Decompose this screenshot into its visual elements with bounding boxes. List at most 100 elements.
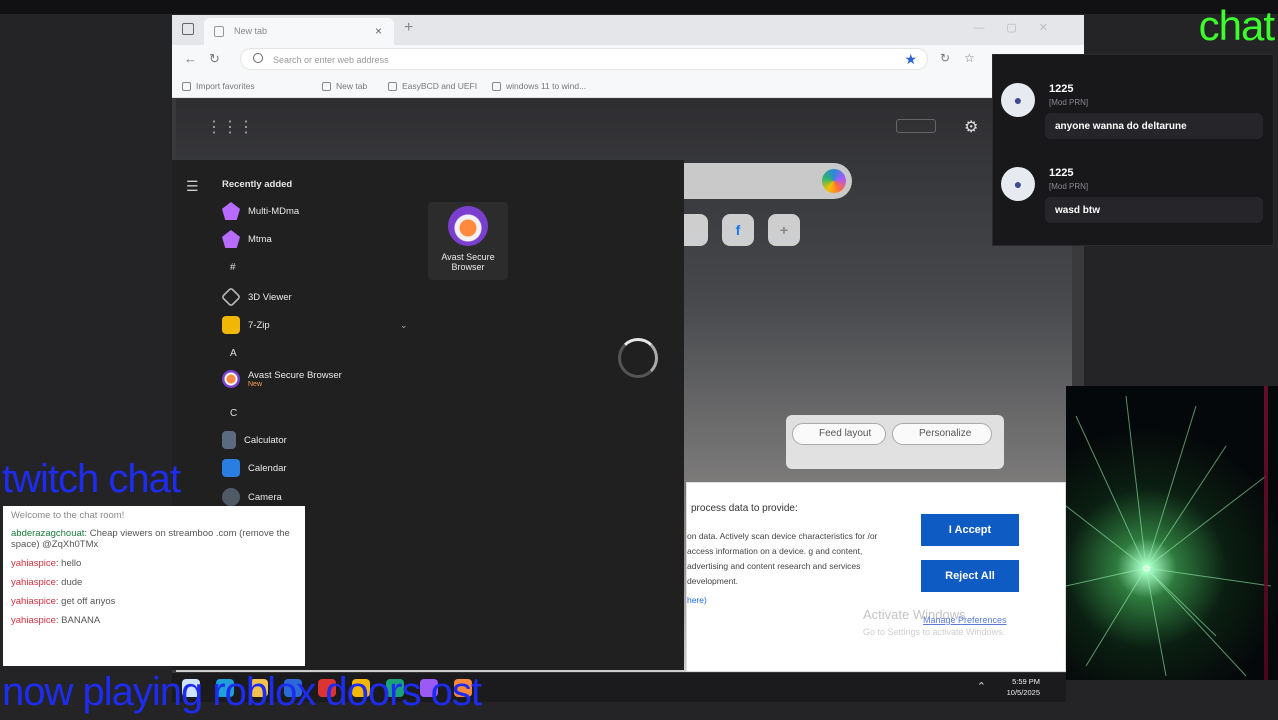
app-7zip[interactable]: 7-Zip	[222, 316, 270, 334]
visualizer-bar	[1264, 386, 1268, 680]
recently-added-heading: Recently added	[222, 179, 293, 190]
chat-text: get off anyos	[61, 596, 116, 607]
copilot-icon[interactable]	[822, 169, 846, 193]
favorite-label: EasyBCD and UEFI	[402, 81, 478, 91]
chat-bubble: wasd btw	[1045, 197, 1263, 223]
app-label: Mtma	[248, 233, 272, 245]
new-badge: New	[248, 381, 263, 388]
search-icon	[253, 53, 263, 63]
chat-line: yahiaspice: get off anyos	[11, 596, 116, 607]
avatar: ●	[1001, 167, 1035, 201]
manage-preferences-link[interactable]: Manage Preferences	[923, 615, 1007, 625]
hamburger-icon[interactable]: ☰	[186, 178, 199, 195]
top-bar	[0, 0, 1278, 14]
easybcd-icon	[388, 81, 397, 91]
folder-icon	[222, 316, 240, 334]
app-label: Multi-MDma	[248, 205, 300, 217]
pinned-avast-tile[interactable]: Avast Secure Browser	[428, 202, 508, 280]
chat-username: yahiaspice	[11, 615, 56, 626]
layout-icon[interactable]	[896, 119, 936, 133]
clock-time: 5:59 PM	[1012, 677, 1040, 686]
chat-text: dude	[61, 577, 83, 588]
app-mtma[interactable]: Mtma	[222, 230, 272, 248]
app-label: 3D Viewer	[248, 291, 292, 303]
consent-dialog: process data to provide: on data. Active…	[686, 482, 1066, 672]
letter-header[interactable]: A	[230, 348, 237, 359]
chat-overlay-title: chat	[1198, 2, 1275, 49]
chat-username: yahiaspice	[11, 596, 56, 607]
add-shortcut-button[interactable]: +	[768, 214, 800, 246]
favorite-easybcd[interactable]: EasyBCD and UEFI	[388, 81, 477, 91]
chat-role: [Mod PRN]	[1049, 98, 1089, 107]
app-avast-secure-browser[interactable]: Avast Secure Browser New	[222, 370, 342, 388]
personalize-button[interactable]: Personalize	[892, 423, 992, 445]
tab-new-tab[interactable]: New tab ×	[204, 18, 394, 45]
close-tab-icon[interactable]: ×	[375, 24, 382, 38]
app-camera[interactable]: Camera	[222, 488, 282, 506]
apps-grid-icon[interactable]: ⋮⋮⋮	[206, 117, 254, 137]
taskbar-clock[interactable]: 5:59 PM 10/5/2025	[1007, 676, 1040, 698]
toolbar-right-icons[interactable]: ↻☆	[940, 51, 989, 65]
app-label-group: Avast Secure Browser New	[248, 370, 342, 388]
letter-header[interactable]: #	[230, 262, 236, 273]
chat-username: 1225	[1049, 167, 1074, 179]
mtma-icon	[222, 230, 240, 248]
chat-line: abderazagchouat: Cheap viewers on stream…	[11, 528, 290, 550]
app-multi-mdma[interactable]: Multi-MDma	[222, 202, 299, 220]
chat-line: yahiaspice: dude	[11, 577, 83, 588]
consent-body: on data. Actively scan device characteri…	[687, 531, 878, 586]
chat-line: yahiaspice: hello	[11, 558, 82, 569]
app-3d-viewer[interactable]: 3D Viewer	[220, 286, 292, 308]
reject-all-button[interactable]: Reject All	[921, 560, 1019, 592]
chat-text: BANANA	[61, 615, 101, 626]
app-label: 7-Zip	[248, 319, 270, 331]
avast-logo-icon	[448, 206, 488, 246]
app-calculator[interactable]: Calculator	[222, 431, 287, 449]
letter-header[interactable]: C	[230, 408, 237, 419]
nav-buttons[interactable]: ←↻	[184, 51, 232, 67]
chat-username: yahiaspice	[11, 558, 56, 569]
personalize-label: Personalize	[919, 428, 972, 439]
app-label: Avast Secure Browser	[248, 370, 342, 381]
gear-icon[interactable]: ⚙	[964, 117, 978, 137]
chat-username: yahiaspice	[11, 577, 56, 588]
chat-bubble: anyone wanna do deltarune	[1045, 113, 1263, 139]
address-bar[interactable]: Search or enter web address ★	[240, 48, 928, 70]
calendar-icon	[222, 459, 240, 477]
app-label: Camera	[248, 491, 282, 503]
twitch-chat-label: twitch chat	[2, 457, 181, 501]
quick-links: f +	[676, 214, 800, 246]
chevron-up-icon[interactable]: ⌃	[977, 680, 986, 693]
accept-button[interactable]: I Accept	[921, 514, 1019, 546]
chevron-down-icon[interactable]: ⌄	[400, 320, 408, 331]
app-label: Calendar	[248, 462, 287, 474]
favorite-new-tab[interactable]: New tab	[322, 81, 367, 91]
favorite-star-icon[interactable]: ★	[904, 51, 917, 68]
browser-toolbar: ←↻ Search or enter web address ★ ↻☆	[172, 45, 1084, 74]
chat-welcome: Welcome to the chat room!	[11, 510, 125, 521]
favorite-label: New tab	[336, 81, 368, 91]
import-icon	[182, 81, 191, 91]
favorite-label: Import favorites	[196, 81, 255, 91]
chat-text: hello	[61, 558, 82, 569]
loading-spinner-icon	[618, 338, 658, 378]
quick-link-facebook[interactable]: f	[722, 214, 754, 246]
avast-icon	[222, 370, 240, 388]
chat-line: yahiaspice: BANANA	[11, 615, 101, 626]
app-calendar[interactable]: Calendar	[222, 459, 287, 477]
consent-heading: process data to provide:	[691, 503, 798, 514]
feed-layout-button[interactable]: Feed layout	[792, 423, 886, 445]
favorite-import[interactable]: Import favorites	[182, 81, 255, 91]
tab-strip: New tab × + —▢✕	[172, 15, 1084, 45]
consent-link[interactable]: here)	[687, 595, 707, 605]
now-playing-label: now playing roblox doors ost	[2, 670, 482, 714]
calculator-icon	[222, 431, 236, 449]
page-icon	[214, 26, 224, 37]
window-controls[interactable]: —▢✕	[973, 21, 1070, 34]
music-visualizer	[1066, 386, 1278, 680]
favorite-windows11[interactable]: windows 11 to wind...	[492, 81, 586, 91]
tab-actions-icon[interactable]	[182, 23, 194, 35]
activate-windows-subtitle: Go to Settings to activate Windows.	[863, 627, 1006, 637]
new-tab-button[interactable]: +	[404, 19, 413, 37]
bing-icon	[492, 81, 501, 91]
